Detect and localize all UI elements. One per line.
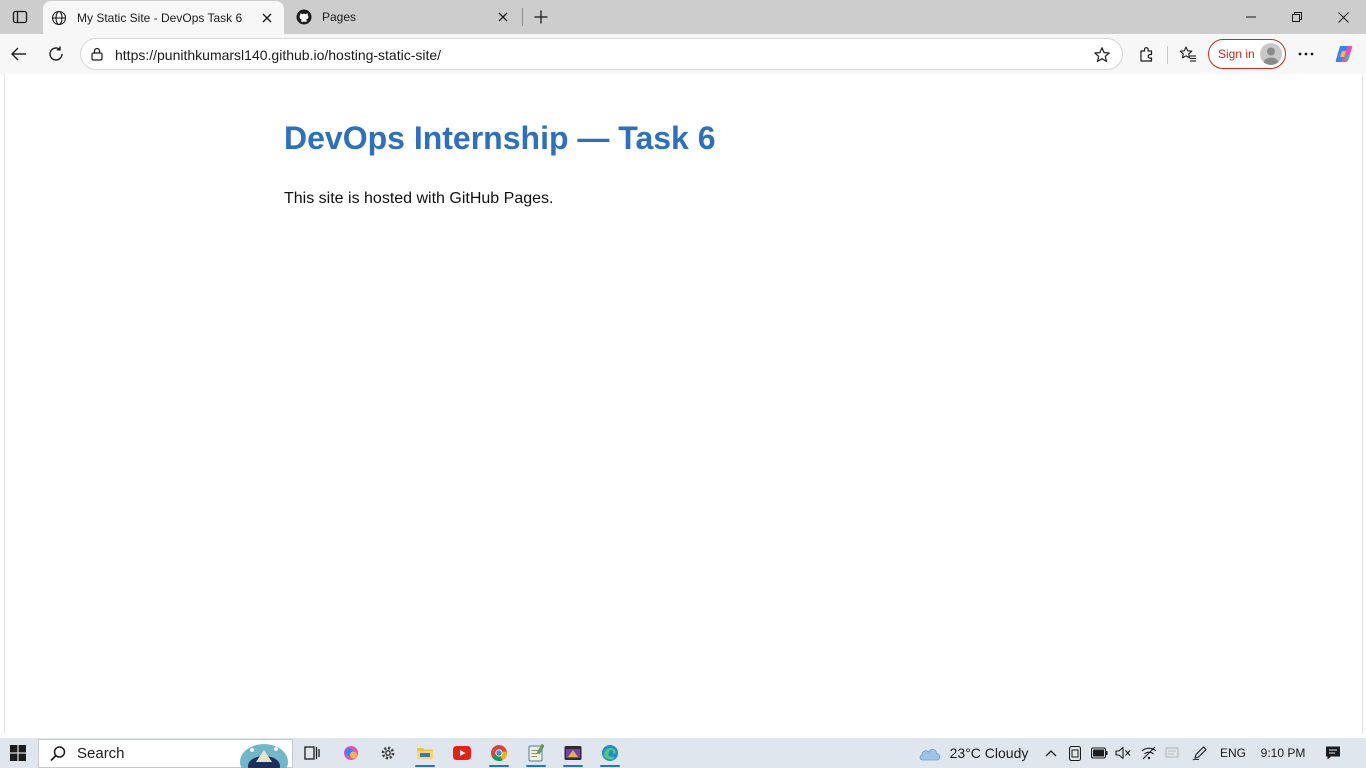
extensions-button[interactable] (1131, 38, 1163, 70)
tab-actions-icon (12, 10, 28, 24)
address-bar[interactable]: https://punithkumarsl140.github.io/hosti… (80, 38, 1123, 70)
app-window-icon (564, 746, 582, 760)
notepad-icon (528, 744, 544, 762)
task-view-button[interactable] (298, 738, 326, 768)
windows-logo-icon (10, 745, 26, 761)
tab-title: My Static Site - DevOps Task 6 (77, 10, 243, 25)
globe-icon (51, 10, 67, 26)
chevron-up-icon (1045, 750, 1057, 757)
site-info-icon[interactable] (89, 46, 105, 62)
display-icon (1069, 745, 1081, 761)
notification-center-button[interactable] (1320, 738, 1346, 768)
close-icon (262, 13, 272, 22)
add-favorite-button[interactable] (1088, 41, 1116, 69)
folder-icon (417, 748, 433, 759)
star-icon (1094, 47, 1110, 62)
tab-pages[interactable]: Pages (288, 0, 520, 34)
wifi-icon (1141, 746, 1157, 760)
search-highlight-icon (240, 744, 288, 768)
taskbar-copilot-app[interactable] (336, 738, 366, 768)
edge-icon (602, 745, 618, 761)
chrome-icon (491, 745, 508, 761)
notification-muted-icon (1165, 747, 1179, 758)
tab-separator (522, 8, 523, 26)
gear-icon (381, 746, 395, 760)
show-hidden-icons-button[interactable] (1040, 738, 1062, 768)
copilot-icon (344, 746, 358, 760)
favorites-list-icon (1179, 46, 1196, 62)
more-options-button[interactable] (1290, 38, 1322, 70)
taskbar-youtube[interactable] (447, 738, 477, 768)
restore-icon (1292, 12, 1302, 22)
tab-close-button[interactable] (256, 7, 278, 29)
tray-network-icon[interactable] (1138, 738, 1160, 768)
minimize-button[interactable] (1228, 0, 1274, 34)
puzzle-icon (1140, 47, 1153, 62)
task-view-icon (304, 746, 320, 760)
taskbar-chrome[interactable] (484, 738, 514, 768)
copilot-icon (1335, 46, 1353, 62)
tray-display-icon[interactable] (1064, 738, 1086, 768)
taskbar-settings-app[interactable] (373, 738, 403, 768)
tray-battery-icon[interactable] (1088, 738, 1110, 768)
tab-close-button[interactable] (492, 6, 514, 28)
url-text[interactable]: https://punithkumarsl140.github.io/hosti… (115, 47, 441, 63)
weather-text: 23°C Cloudy (949, 745, 1029, 761)
youtube-icon (453, 746, 471, 760)
tray-pen-icon[interactable] (1188, 738, 1212, 768)
taskbar-file-explorer[interactable] (410, 738, 440, 768)
tray-language-button[interactable]: ENG (1216, 738, 1250, 768)
search-icon (50, 745, 66, 761)
close-icon (1337, 11, 1349, 23)
tray-clock[interactable]: 9:10 PM (1254, 738, 1312, 768)
taskbar-edge[interactable] (595, 738, 625, 768)
toolbar-separator (1167, 46, 1168, 64)
clock-text: 9:10 PM (1260, 746, 1306, 760)
github-icon (296, 9, 312, 25)
tab-title: Pages (322, 10, 357, 24)
taskbar-notepad[interactable] (521, 738, 551, 768)
volume-muted-icon (1115, 746, 1131, 760)
page-body-text: This site is hosted with GitHub Pages. (284, 190, 554, 207)
language-text: ENG (1219, 746, 1246, 760)
tab-actions-button[interactable] (6, 4, 34, 30)
page-heading: DevOps Internship — Task 6 (284, 120, 716, 156)
taskbar-app-window[interactable] (558, 738, 588, 768)
more-icon (1298, 52, 1314, 56)
profile-avatar-icon (1260, 43, 1282, 65)
back-button[interactable] (3, 38, 35, 70)
search-label: Search (77, 745, 125, 762)
restore-button[interactable] (1274, 0, 1320, 34)
page-viewport: DevOps Internship — Task 6 This site is … (4, 74, 1363, 734)
sign-in-label: Sign in (1218, 47, 1255, 61)
tab-strip: My Static Site - DevOps Task 6 Pages (0, 0, 1366, 34)
chat-bubble-icon (1326, 746, 1340, 760)
close-window-button[interactable] (1320, 0, 1366, 34)
new-tab-button[interactable] (528, 4, 554, 30)
refresh-button[interactable] (40, 38, 72, 70)
taskbar-weather[interactable]: 23°C Cloudy (912, 738, 1034, 768)
taskbar-search-box[interactable]: Search (38, 739, 293, 768)
refresh-icon (49, 46, 63, 61)
taskbar: Search 23°C Cloudy ENG 9:10 PM (0, 738, 1366, 768)
start-button[interactable] (0, 738, 36, 768)
close-icon (498, 12, 508, 22)
cloud-icon (919, 748, 940, 761)
plus-icon (534, 10, 548, 24)
tray-notifications-muted-icon[interactable] (1162, 738, 1184, 768)
battery-icon (1090, 747, 1107, 759)
sign-in-button[interactable]: Sign in (1208, 39, 1286, 69)
copilot-button[interactable] (1328, 38, 1360, 70)
pen-icon (1192, 746, 1207, 761)
favorites-button[interactable] (1172, 38, 1204, 70)
browser-toolbar: https://punithkumarsl140.github.io/hosti… (0, 34, 1366, 74)
back-arrow-icon (11, 47, 26, 61)
tray-volume-icon[interactable] (1112, 738, 1134, 768)
minimize-icon (1246, 16, 1256, 18)
tab-my-static-site[interactable]: My Static Site - DevOps Task 6 (43, 1, 284, 34)
